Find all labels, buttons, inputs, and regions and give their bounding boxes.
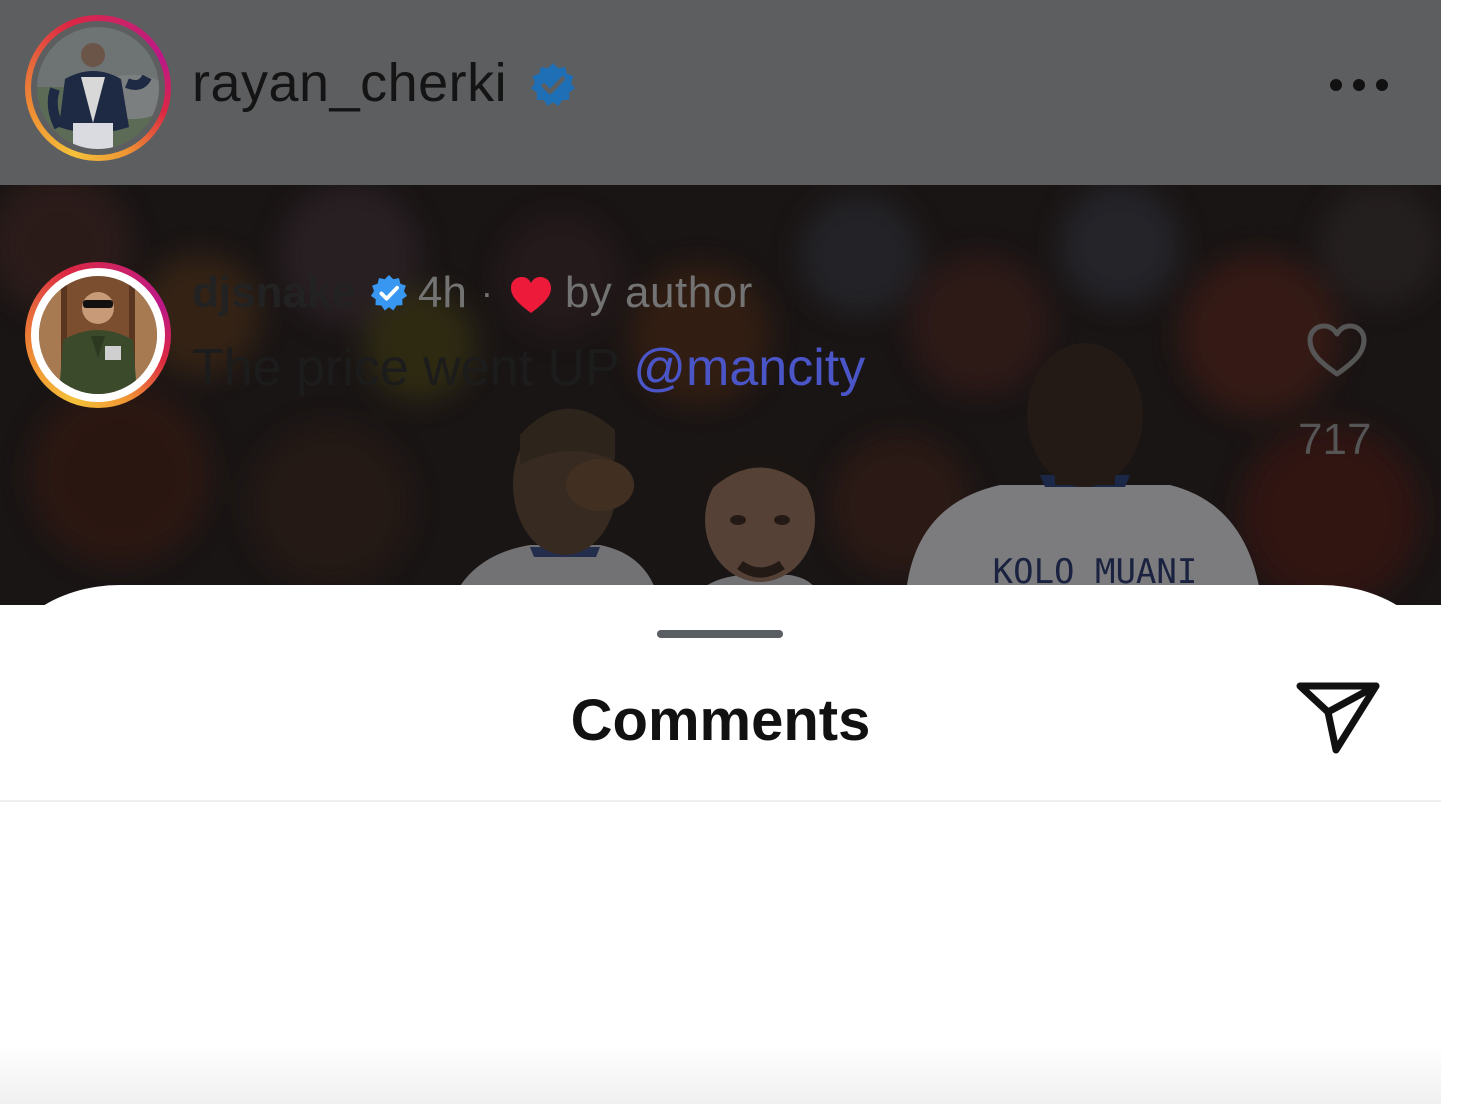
divider xyxy=(0,800,1441,802)
more-horizontal-icon[interactable] xyxy=(1328,76,1390,94)
comment-timestamp: 4h xyxy=(417,268,467,317)
comment-text: The price went UP xyxy=(192,339,634,397)
post-author-username[interactable]: rayan_cherki xyxy=(192,52,507,114)
post-header: rayan_cherki xyxy=(0,0,1441,185)
comment-like-count: 717 xyxy=(1298,415,1372,464)
heart-filled-icon xyxy=(510,277,551,313)
comments-sheet: Comments xyxy=(0,585,1441,1104)
mention-link[interactable]: @mancity xyxy=(633,339,865,397)
sheet-grab-handle[interactable] xyxy=(657,630,783,638)
send-paper-plane-icon[interactable] xyxy=(1294,680,1382,756)
meta-separator: · xyxy=(480,272,493,313)
liked-by-author-label: by author xyxy=(564,268,753,317)
verified-badge-icon xyxy=(370,274,407,311)
comments-title: Comments xyxy=(570,688,871,753)
comment-author-avatar[interactable] xyxy=(39,276,157,394)
post-author-avatar[interactable] xyxy=(37,27,159,149)
heart-outline-icon[interactable] xyxy=(1306,322,1368,378)
comment-username[interactable]: djsnake xyxy=(192,268,356,318)
verified-badge-icon xyxy=(531,63,575,107)
comment-meta: djsnake 4h · by author xyxy=(192,268,753,318)
comment-body: The price went UP @mancity xyxy=(192,338,865,398)
